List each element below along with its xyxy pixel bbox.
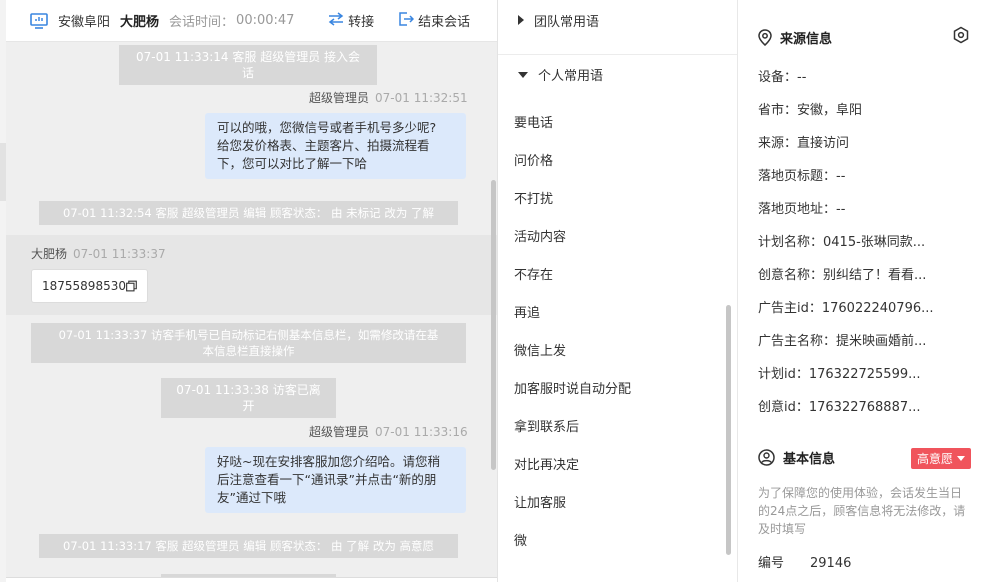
phrase-group-label: 个人常用语 (538, 69, 604, 84)
message-meta: 超级管理员 07-01 11:33:16 (309, 423, 468, 440)
user-circle-icon (758, 449, 775, 466)
phrase-item[interactable]: 活动内容 (514, 226, 566, 245)
session-duration: 00:00:47 (236, 13, 295, 28)
system-message: 07-01 11:32:54 客服 超级管理员 编辑 顾客状态： 由 未标记 改… (39, 201, 458, 225)
chat-input-edge[interactable] (6, 577, 497, 582)
monitor-icon (30, 12, 48, 29)
intent-status-label: 高意愿 (917, 452, 954, 466)
customer-id-label: 编号 (758, 556, 785, 571)
phrase-item[interactable]: 对比再决定 (514, 454, 579, 473)
message-time: 07-01 11:33:16 (375, 425, 468, 439)
visitor-region: 安徽阜阳 (58, 15, 111, 30)
phrase-item[interactable]: 微 (514, 530, 527, 549)
system-message-line: 07-01 11:33:37 访客手机号已自动标记右侧基本信息栏，如需修改请在基 (58, 328, 439, 342)
intent-status-dropdown[interactable]: 高意愿 (911, 448, 972, 469)
message-line: 给您发价格表、主题客片、拍摄流程看 (217, 138, 430, 153)
chat-panel: 安徽阜阳 大肥杨 会话时间： 00:00:47 转接 结束会话 07-01 11… (6, 0, 498, 582)
info-province-city: 省市：安徽，阜阳 (758, 103, 863, 118)
sender-name: 超级管理员 (309, 425, 370, 439)
system-message: 07-01 11:33:38 访客已离开 (161, 378, 336, 418)
info-source: 来源：直接访问 (758, 136, 850, 151)
phrases-scrollbar[interactable] (726, 305, 731, 555)
quick-phrases-panel: 团队常用语 个人常用语 要电话 问价格 不打扰 活动内容 不存在 再追 微信上发… (498, 0, 738, 582)
phrase-item[interactable]: 再追 (514, 302, 540, 321)
phrase-group-personal[interactable]: 个人常用语 (498, 54, 737, 94)
visitor-phone-message[interactable]: 18755898530 (31, 269, 148, 303)
agent-message-bubble: 可以的哦，您微信号或者手机号多少呢? 给您发价格表、主题客片、拍摄流程看 下，您… (205, 113, 466, 179)
system-message: 07-01 11:33:37 访客手机号已自动标记右侧基本信息栏，如需修改请在基… (31, 323, 466, 363)
customer-id-row: 编号 29146 (758, 552, 851, 571)
sender-name: 超级管理员 (309, 91, 370, 105)
info-plan-name: 计划名称：0415-张琳同款... (758, 235, 926, 250)
info-device: 设备：-- (758, 70, 807, 85)
visitor-message-row: 大肥杨 07-01 11:33:37 18755898530 (6, 235, 497, 315)
chat-scrollbar[interactable] (491, 180, 496, 470)
phrase-item[interactable]: 要电话 (514, 112, 553, 131)
basic-info-title: 基本信息 (783, 452, 836, 467)
phrase-item[interactable]: 拿到联系后 (514, 416, 579, 435)
phrase-group-team[interactable]: 团队常用语 (498, 0, 737, 40)
edit-notice: 为了保障您的使用体验，会话发生当日的24点之后，顾客信息将无法修改，请及时填写 (758, 486, 966, 536)
phrase-item[interactable]: 让加客服 (514, 492, 566, 511)
app-root: 安徽阜阳 大肥杨 会话时间： 00:00:47 转接 结束会话 07-01 11… (0, 0, 988, 582)
end-session-button[interactable]: 结束会话 (399, 11, 470, 30)
caret-right-icon (518, 15, 524, 25)
visitor-phone: 18755898530 (42, 279, 126, 293)
transfer-icon (328, 12, 344, 26)
basic-info-header: 基本信息 (758, 448, 835, 467)
session-duration-label: 会话时间： (169, 15, 235, 30)
message-line: 下，您可以对比了解一下哈 (217, 156, 368, 171)
phrase-item[interactable]: 不存在 (514, 264, 553, 283)
transfer-button[interactable]: 转接 (328, 11, 374, 30)
source-info-title: 来源信息 (780, 32, 833, 47)
transfer-label: 转接 (348, 15, 375, 30)
location-pin-icon (758, 29, 772, 46)
phrase-group-label: 团队常用语 (534, 14, 600, 30)
customer-id-value: 29146 (810, 556, 852, 571)
system-message: 07-01 11:33:17 客服 超级管理员 编辑 顾客状态： 由 了解 改为… (39, 534, 458, 558)
info-landing-title: 落地页标题：-- (758, 169, 846, 184)
message-meta: 大肥杨 07-01 11:33:37 (31, 245, 166, 262)
info-creative-id: 创意id：176322768887... (758, 400, 921, 415)
source-info-header: 来源信息 (758, 28, 832, 47)
caret-down-icon (957, 456, 966, 461)
system-message: 07-01 11:33:14 客服 超级管理员 接入会话 (119, 45, 377, 85)
message-line: 好哒~现在安排客服加您介绍哈。请您稍 (217, 454, 440, 469)
end-session-label: 结束会话 (418, 15, 471, 30)
message-meta: 超级管理员 07-01 11:32:51 (309, 89, 468, 106)
sender-name: 大肥杨 (31, 247, 68, 261)
exit-icon (399, 12, 415, 26)
phrase-item[interactable]: 加客服时说自动分配 (514, 378, 631, 397)
info-plan-id: 计划id：176322725599... (758, 367, 921, 382)
message-list[interactable]: 07-01 11:33:14 客服 超级管理员 接入会话 超级管理员 07-01 … (6, 43, 497, 582)
visitor-name: 大肥杨 (120, 15, 160, 30)
message-time: 07-01 11:32:51 (375, 91, 468, 105)
message-time: 07-01 11:33:37 (73, 247, 166, 261)
customer-info-panel: 来源信息 设备：-- 省市：安徽，阜阳 来源：直接访问 落地页标题：-- 落地页… (738, 0, 988, 582)
info-landing-url: 落地页地址：-- (758, 202, 846, 217)
phrase-item[interactable]: 微信上发 (514, 340, 566, 359)
info-advertiser-id: 广告主id：176022240796... (758, 301, 934, 316)
copy-icon[interactable] (126, 280, 137, 292)
system-message-line: 本信息栏直接操作 (202, 344, 295, 358)
message-line: 友”通过下哦 (217, 490, 286, 505)
info-creative-name: 创意名称：别纠结了！看看... (758, 268, 927, 283)
info-advertiser-name: 广告主名称：提米映画婚前... (758, 334, 927, 349)
phrase-item[interactable]: 问价格 (514, 150, 553, 169)
message-line: 后注意查看一下“通讯录”并点击“新的朋 (217, 472, 437, 487)
message-line: 可以的哦，您微信号或者手机号多少呢? (217, 120, 437, 135)
caret-down-icon (518, 71, 528, 78)
settings-icon[interactable] (952, 26, 970, 44)
agent-message-bubble: 好哒~现在安排客服加您介绍哈。请您稍 后注意查看一下“通讯录”并点击“新的朋 友… (205, 447, 466, 513)
phrase-item[interactable]: 不打扰 (514, 188, 553, 207)
